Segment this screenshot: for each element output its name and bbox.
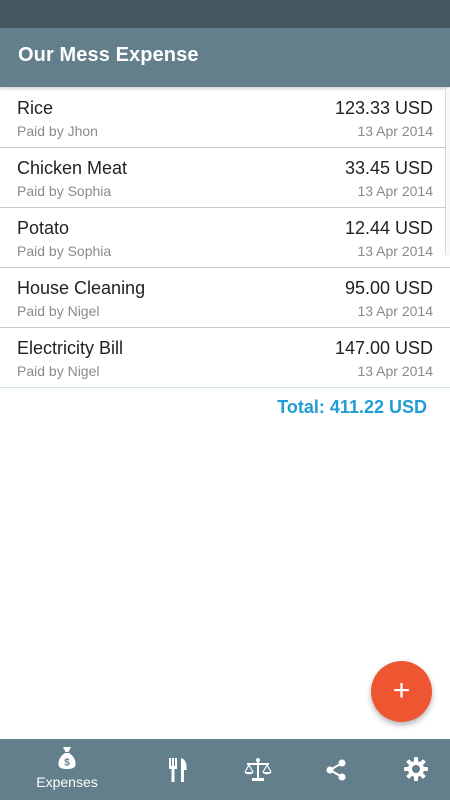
expense-date: 13 Apr 2014 xyxy=(357,243,433,259)
expense-name: Rice xyxy=(17,98,54,118)
expense-amount: 33.45 USD xyxy=(344,158,433,178)
expense-list: Rice Paid by Jhon 123.33 USD 13 Apr 2014… xyxy=(0,88,450,388)
expense-paid-by: Paid by Sophia xyxy=(17,243,112,259)
expense-name: Chicken Meat xyxy=(17,158,128,178)
expense-paid-by: Paid by Nigel xyxy=(17,363,100,379)
expense-row[interactable]: Potato Paid by Sophia 12.44 USD 13 Apr 2… xyxy=(0,208,450,268)
total-amount: Total: 411.22 USD xyxy=(277,397,427,417)
share-icon xyxy=(326,759,346,781)
expense-name: Potato xyxy=(17,218,70,238)
expense-name: House Cleaning xyxy=(17,278,146,298)
bottom-nav: $ Expenses xyxy=(0,739,450,800)
expense-row[interactable]: Rice Paid by Jhon 123.33 USD 13 Apr 2014 xyxy=(0,88,450,148)
status-bar xyxy=(0,0,450,28)
expense-date: 13 Apr 2014 xyxy=(357,303,433,319)
nav-item-settings[interactable] xyxy=(392,739,440,800)
nav-item-share[interactable] xyxy=(314,739,358,800)
expense-row[interactable]: Chicken Meat Paid by Sophia 33.45 USD 13… xyxy=(0,148,450,208)
expense-row[interactable]: House Cleaning Paid by Nigel 95.00 USD 1… xyxy=(0,268,450,328)
expense-date: 13 Apr 2014 xyxy=(357,363,433,379)
expense-date: 13 Apr 2014 xyxy=(357,183,433,199)
nav-item-balance[interactable] xyxy=(238,739,282,800)
svg-text:$: $ xyxy=(64,758,70,769)
edge-scroll-indicator xyxy=(445,88,450,256)
expense-paid-by: Paid by Sophia xyxy=(17,183,112,199)
fork-knife-icon xyxy=(169,758,187,782)
expense-paid-by: Paid by Jhon xyxy=(17,123,98,139)
expense-amount: 12.44 USD xyxy=(344,218,433,238)
expense-date: 13 Apr 2014 xyxy=(357,123,433,139)
expense-amount: 123.33 USD xyxy=(334,98,433,118)
nav-item-expenses[interactable]: $ Expenses xyxy=(25,739,109,800)
balance-scale-icon xyxy=(244,758,272,781)
money-bag-icon: $ xyxy=(58,747,76,769)
app-title: Our Mess Expense xyxy=(18,44,199,66)
nav-label-expenses: Expenses xyxy=(36,774,98,790)
expense-row[interactable]: Electricity Bill Paid by Nigel 147.00 US… xyxy=(0,328,450,388)
expense-amount: 147.00 USD xyxy=(334,338,433,358)
expense-paid-by: Paid by Nigel xyxy=(17,303,100,319)
expense-name: Electricity Bill xyxy=(17,338,124,358)
add-expense-button[interactable]: + xyxy=(371,661,432,722)
plus-icon: + xyxy=(392,674,411,707)
gear-icon xyxy=(404,757,428,781)
app-screen: Our Mess Expense Rice Paid by Jhon 123.3… xyxy=(0,0,450,800)
nav-item-meals[interactable] xyxy=(156,739,200,800)
app-bar: Our Mess Expense xyxy=(0,28,450,87)
expense-amount: 95.00 USD xyxy=(344,278,433,298)
